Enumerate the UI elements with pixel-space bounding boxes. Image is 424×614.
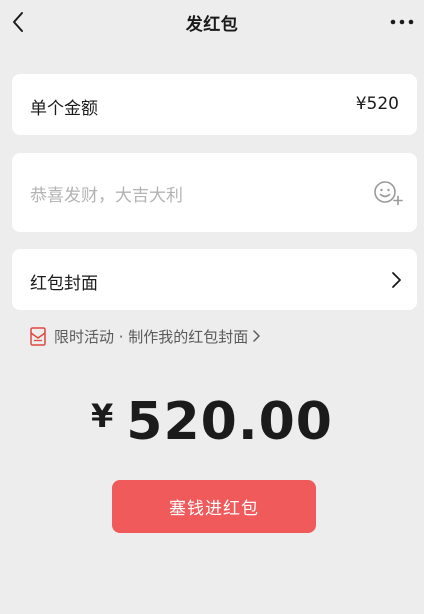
emoji-add-icon	[374, 181, 403, 206]
emoji-button[interactable]	[373, 179, 403, 207]
chevron-right-icon	[253, 330, 261, 342]
greeting-card: 恭喜发财，大吉大利	[12, 153, 417, 232]
promo-link[interactable]: 限时活动 · 制作我的红包封面	[30, 326, 261, 346]
cover-label: 红包封面	[30, 274, 98, 294]
more-dots-icon	[390, 19, 414, 25]
greeting-input[interactable]: 恭喜发财，大吉大利	[30, 181, 183, 206]
send-red-packet-button[interactable]: 塞钱进红包	[112, 480, 316, 533]
cover-row[interactable]: 红包封面	[12, 249, 417, 310]
amount-label: 单个金额	[30, 99, 98, 119]
red-envelope-icon	[30, 326, 46, 346]
currency-symbol: ¥	[91, 397, 115, 435]
page-title: 发红包	[185, 15, 239, 35]
more-button[interactable]	[388, 10, 416, 34]
navigation-bar: 发红包	[0, 0, 424, 46]
promo-text: 限时活动 · 制作我的红包封面	[54, 327, 249, 346]
amount-input[interactable]: ¥520	[356, 94, 399, 114]
chevron-right-icon	[392, 272, 401, 288]
amount-number: 520.00	[126, 392, 333, 452]
amount-card: 单个金额 ¥520	[12, 74, 417, 135]
total-amount: ¥520.00	[0, 392, 424, 452]
